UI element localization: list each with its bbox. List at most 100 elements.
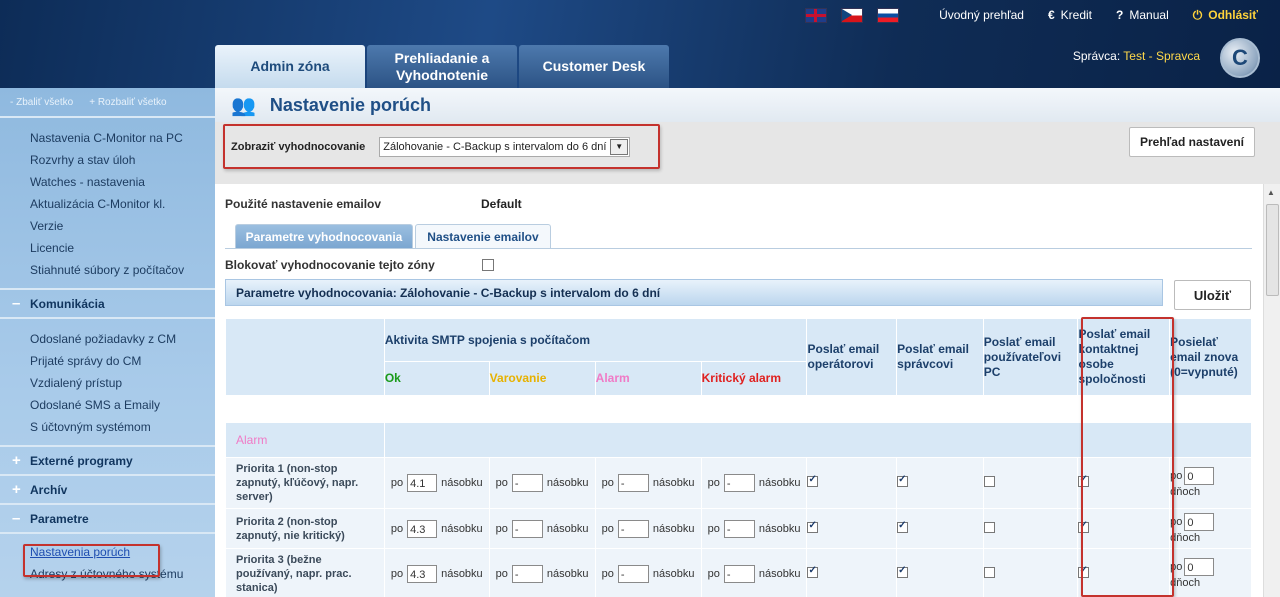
warn-threshold-input[interactable]: - xyxy=(511,519,543,538)
sidebar-head-archive[interactable]: + Archív xyxy=(0,474,215,503)
state-critical: Kritický alarm xyxy=(700,361,808,396)
sidebar-head-external[interactable]: + Externé programy xyxy=(0,445,215,474)
email-pcuser-checkbox[interactable] xyxy=(983,476,995,487)
warn-threshold-cell: po - násobku xyxy=(488,457,596,509)
email-operators-checkbox[interactable] xyxy=(807,520,819,533)
sidebar-head-communication[interactable]: – Komunikácia xyxy=(0,288,215,317)
expand-bar: - Zbaliť všetko + Rozbaliť všetko xyxy=(0,88,215,116)
c-monitor-logo: C xyxy=(1220,38,1260,78)
alarm-threshold-input[interactable]: - xyxy=(617,519,649,538)
subtab-evaluation-params[interactable]: Parametre vyhodnocovania xyxy=(235,224,413,249)
evaluation-select[interactable]: Zálohovanie - C-Backup s intervalom do 6… xyxy=(379,136,631,157)
days-label: dňoch xyxy=(1170,577,1201,589)
sidebar-item-update[interactable]: Aktualizácia C-Monitor kl. xyxy=(0,194,215,216)
expand-all-link[interactable]: + Rozbaliť všetko xyxy=(89,97,166,108)
tab-admin-zone[interactable]: Admin zóna xyxy=(215,45,365,88)
warn-threshold-input[interactable]: - xyxy=(511,565,543,583)
email-pcuser-checkbox[interactable] xyxy=(983,521,995,533)
settings-overview-button[interactable]: Prehľad nastavení xyxy=(1129,127,1255,157)
email-contact-checkbox[interactable] xyxy=(1078,565,1090,578)
sidebar-item-sms-emails[interactable]: Odoslané SMS a Emaily xyxy=(0,395,215,417)
table-row: Priorita 1 (non-stop zapnutý, kľúčový, n… xyxy=(225,457,1252,509)
crit-threshold-cell: po - násobku xyxy=(700,508,808,549)
sidebar-item-schedules[interactable]: Rozvrhy a stav úloh xyxy=(0,150,215,172)
sidebar-item-downloads[interactable]: Stiahnuté súbory z počítačov xyxy=(0,260,215,282)
sidebar-item-fault-settings[interactable]: Nastavenia porúch xyxy=(0,542,215,564)
main-content: 👥 Nastavenie porúch Zobraziť vyhodnocova… xyxy=(215,88,1280,597)
user-name[interactable]: Test - Spravca xyxy=(1123,49,1200,63)
user-info: Správca: Test - Spravca xyxy=(1073,49,1200,63)
manual-link[interactable]: ? Manual xyxy=(1116,8,1169,22)
subtab-email-settings[interactable]: Nastavenie emailov xyxy=(415,224,551,249)
vertical-scrollbar[interactable]: ▲ xyxy=(1263,184,1280,597)
ok-threshold-cell: po 4.3 násobku xyxy=(383,548,490,597)
collapse-all-link[interactable]: - Zbaliť všetko xyxy=(10,97,73,108)
crit-threshold-input[interactable]: - xyxy=(723,474,755,492)
crit-threshold-input[interactable]: - xyxy=(723,565,755,583)
sidebar-item-accounting-addresses[interactable]: Adresy z účtovného systému xyxy=(0,564,215,586)
ok-threshold-cell: po 4.3 násobku xyxy=(383,508,490,549)
sidebar-item-licenses[interactable]: Licencie xyxy=(0,238,215,260)
sidebar-item-received-messages[interactable]: Prijaté správy do CM xyxy=(0,351,215,373)
tab-browse-evaluation[interactable]: Prehliadanie a Vyhodnotenie xyxy=(367,45,517,88)
sk-flag-icon[interactable] xyxy=(877,7,900,23)
ok-threshold-input[interactable]: 4.3 xyxy=(407,519,438,538)
email-contact-checkbox[interactable] xyxy=(1078,474,1090,487)
chevron-down-icon[interactable]: ▼ xyxy=(610,138,629,155)
block-evaluation-label: Blokovať vyhodnocovanie tejto zóny xyxy=(225,258,435,272)
block-evaluation-checkbox[interactable] xyxy=(482,259,494,271)
sidebar-item-versions[interactable]: Verzie xyxy=(0,216,215,238)
evaluation-filter: Zobraziť vyhodnocovanie Zálohovanie - C-… xyxy=(223,124,660,169)
sidebar-head-label: Externé programy xyxy=(30,453,133,468)
sidebar: - Zbaliť všetko + Rozbaliť všetko Nastav… xyxy=(0,88,215,597)
repeat-days-input[interactable]: 0 xyxy=(1184,558,1215,576)
section-alarm: Alarm xyxy=(225,422,385,458)
po-label: po xyxy=(1170,515,1183,528)
power-icon: ⏻ xyxy=(1192,7,1203,22)
alarm-threshold-cell: po - násobku xyxy=(594,457,702,509)
email-pcuser-checkbox[interactable] xyxy=(983,567,995,578)
crit-threshold-input[interactable]: - xyxy=(723,519,755,538)
euro-icon: € xyxy=(1047,8,1055,22)
email-operators-checkbox[interactable] xyxy=(807,565,819,578)
scrollbar-thumb[interactable] xyxy=(1266,204,1279,296)
cz-flag-icon[interactable] xyxy=(841,7,864,23)
scroll-up-icon[interactable]: ▲ xyxy=(1267,188,1275,197)
credit-label: Kredit xyxy=(1060,8,1093,22)
sidebar-item-remote-access[interactable]: Vzdialený prístup xyxy=(0,373,215,395)
warn-threshold-input[interactable]: - xyxy=(511,474,543,492)
po-label: po xyxy=(601,522,614,535)
alarm-threshold-input[interactable]: - xyxy=(617,474,649,492)
credit-link[interactable]: € Kredit xyxy=(1048,8,1092,22)
repeat-days-input[interactable]: 0 xyxy=(1184,512,1215,531)
email-contact-checkbox[interactable] xyxy=(1078,520,1090,533)
sidebar-item-sent-requests[interactable]: Odoslané požiadavky z CM xyxy=(0,329,215,351)
sidebar-head-label: Archív xyxy=(30,482,68,497)
ok-threshold-input[interactable]: 4.1 xyxy=(407,474,438,492)
logout-label: Odhlásiť xyxy=(1208,8,1258,22)
alarm-threshold-input[interactable]: - xyxy=(617,565,649,583)
sidebar-item-watches[interactable]: Watches - nastavenia xyxy=(0,172,215,194)
home-link[interactable]: Úvodný prehľad xyxy=(939,8,1024,22)
alarm-threshold-cell: po - násobku xyxy=(594,508,702,549)
logout-link[interactable]: ⏻ Odhlásiť xyxy=(1193,8,1258,23)
table-row: Priorita 2 (non-stop zapnutý, nie kritic… xyxy=(225,508,1252,549)
multiple-label: násobku xyxy=(546,567,589,580)
save-button[interactable]: Uložiť xyxy=(1174,280,1251,310)
sidebar-item-accounting[interactable]: S účtovným systémom xyxy=(0,417,215,439)
header-empty xyxy=(225,318,385,396)
email-admin-checkbox[interactable] xyxy=(897,565,909,578)
sidebar-head-parameters[interactable]: – Parametre xyxy=(0,503,215,532)
email-operators-checkbox[interactable] xyxy=(807,474,819,487)
ok-threshold-input[interactable]: 4.3 xyxy=(407,565,438,583)
sidebar-item-cmonitor-settings[interactable]: Nastavenia C-Monitor na PC xyxy=(0,128,215,150)
email-admin-checkbox[interactable] xyxy=(897,520,909,533)
uk-flag-icon[interactable] xyxy=(805,7,828,23)
state-ok: Ok xyxy=(383,361,490,396)
minus-icon: – xyxy=(12,510,21,527)
repeat-days-input[interactable]: 0 xyxy=(1184,467,1215,485)
user-label: Správca: xyxy=(1072,49,1121,63)
email-admin-checkbox[interactable] xyxy=(897,474,909,487)
tab-customer-desk[interactable]: Customer Desk xyxy=(519,45,669,88)
filter-label: Zobraziť vyhodnocovanie xyxy=(231,140,366,153)
